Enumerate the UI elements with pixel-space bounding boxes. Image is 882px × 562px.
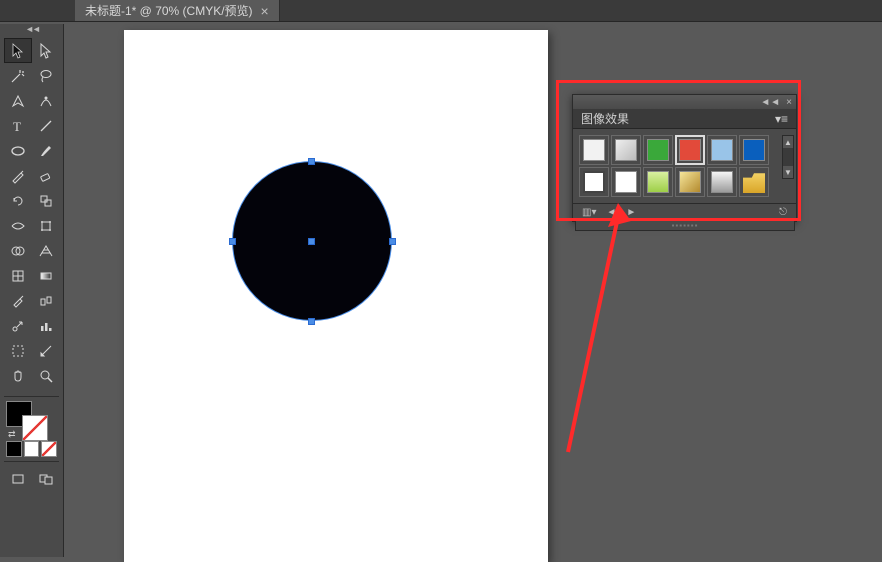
svg-text:T: T: [13, 119, 21, 134]
change-screen-tool[interactable]: [32, 466, 60, 491]
artboard[interactable]: [124, 30, 548, 562]
blend-tool[interactable]: [32, 288, 60, 313]
panel-collapse-icon[interactable]: ◄◄: [760, 97, 780, 108]
style-green[interactable]: [643, 135, 673, 165]
gradient-tool[interactable]: [32, 263, 60, 288]
column-graph-tool[interactable]: [32, 313, 60, 338]
style-gold-grad[interactable]: [675, 167, 705, 197]
graphic-styles-panel: ◄◄ × 图像效果 ▾≡ ▲ ▼ ▥▾ ◄ ► ⎋: [572, 94, 797, 222]
panel-resize-grip[interactable]: ▪▪▪▪▪▪▪: [575, 221, 795, 231]
ellipse-tool[interactable]: [4, 138, 32, 163]
document-tab-bar: 未标题-1* @ 70% (CMYK/预览) ×: [0, 0, 882, 22]
artboard-tool[interactable]: [4, 338, 32, 363]
symbol-sprayer-tool[interactable]: [4, 313, 32, 338]
selection-handle-right[interactable]: [389, 238, 396, 245]
library-menu-icon[interactable]: ▥▾: [579, 207, 599, 218]
document-tab-title: 未标题-1* @ 70% (CMYK/预览): [85, 2, 253, 19]
panel-close-icon[interactable]: ×: [786, 97, 792, 108]
selection-handle-bottom[interactable]: [308, 318, 315, 325]
panel-tab[interactable]: 图像效果 ▾≡: [573, 109, 796, 129]
panel-scrollbar[interactable]: ▲ ▼: [782, 135, 794, 179]
style-chrome[interactable]: [707, 167, 737, 197]
style-white[interactable]: [611, 167, 641, 197]
width-tool[interactable]: [4, 213, 32, 238]
lasso-tool[interactable]: [32, 63, 60, 88]
document-tab[interactable]: 未标题-1* @ 70% (CMYK/预览) ×: [75, 0, 280, 21]
pen-tool[interactable]: [4, 88, 32, 113]
style-default[interactable]: [579, 135, 609, 165]
panel-header[interactable]: ◄◄ ×: [573, 95, 796, 109]
style-outline[interactable]: [579, 167, 609, 197]
type-tool[interactable]: T: [4, 113, 32, 138]
color-chip-white[interactable]: [24, 441, 40, 457]
style-blue[interactable]: [739, 135, 769, 165]
mesh-tool[interactable]: [4, 263, 32, 288]
swap-fill-stroke-icon[interactable]: ⇄: [8, 429, 16, 440]
style-red[interactable]: [675, 135, 705, 165]
style-silver[interactable]: [611, 135, 641, 165]
break-link-icon[interactable]: ⎋: [776, 207, 790, 218]
zoom-tool[interactable]: [32, 363, 60, 388]
style-grid: [579, 135, 790, 197]
panel-title: 图像效果: [581, 110, 629, 127]
paintbrush-tool[interactable]: [32, 138, 60, 163]
selection-handle-top[interactable]: [308, 158, 315, 165]
color-chip-none[interactable]: [41, 441, 57, 457]
selection-center-point[interactable]: [308, 238, 315, 245]
free-transform-tool[interactable]: [32, 213, 60, 238]
line-segment-tool[interactable]: [32, 113, 60, 138]
selection-tool[interactable]: [4, 38, 32, 63]
magic-wand-tool[interactable]: [4, 63, 32, 88]
fill-stroke-swatch[interactable]: ⇄: [0, 399, 63, 439]
scroll-up-icon[interactable]: ▲: [783, 136, 793, 148]
prev-style-icon[interactable]: ◄: [603, 207, 619, 218]
rotate-tool[interactable]: [4, 188, 32, 213]
perspective-grid-tool[interactable]: [32, 238, 60, 263]
eraser-tool[interactable]: [32, 163, 60, 188]
toolbox-panel: ◄◄ T ⇄: [0, 24, 64, 557]
slice-tool[interactable]: [32, 338, 60, 363]
panel-menu-icon[interactable]: ▾≡: [775, 112, 788, 126]
hand-tool[interactable]: [4, 363, 32, 388]
collapse-panel-icon[interactable]: ◄◄: [0, 24, 64, 34]
color-mode-row: [0, 439, 63, 459]
shape-builder-tool[interactable]: [4, 238, 32, 263]
scale-tool[interactable]: [32, 188, 60, 213]
next-style-icon[interactable]: ►: [623, 207, 639, 218]
pencil-tool[interactable]: [4, 163, 32, 188]
close-icon[interactable]: ×: [261, 4, 269, 18]
style-folder[interactable]: [739, 167, 769, 197]
panel-footer: ▥▾ ◄ ► ⎋: [573, 203, 796, 221]
tool-grid: T: [0, 28, 63, 394]
selection-handle-left[interactable]: [229, 238, 236, 245]
style-lime-grad[interactable]: [643, 167, 673, 197]
stroke-color-swatch[interactable]: [22, 415, 48, 441]
direct-selection-tool[interactable]: [32, 38, 60, 63]
scroll-down-icon[interactable]: ▼: [783, 166, 793, 178]
style-lightblue[interactable]: [707, 135, 737, 165]
panel-body: ▲ ▼: [573, 129, 796, 203]
eyedropper-tool[interactable]: [4, 288, 32, 313]
color-chip-black[interactable]: [6, 441, 22, 457]
curvature-pen-tool[interactable]: [32, 88, 60, 113]
screen-mode-tool[interactable]: [4, 466, 32, 491]
